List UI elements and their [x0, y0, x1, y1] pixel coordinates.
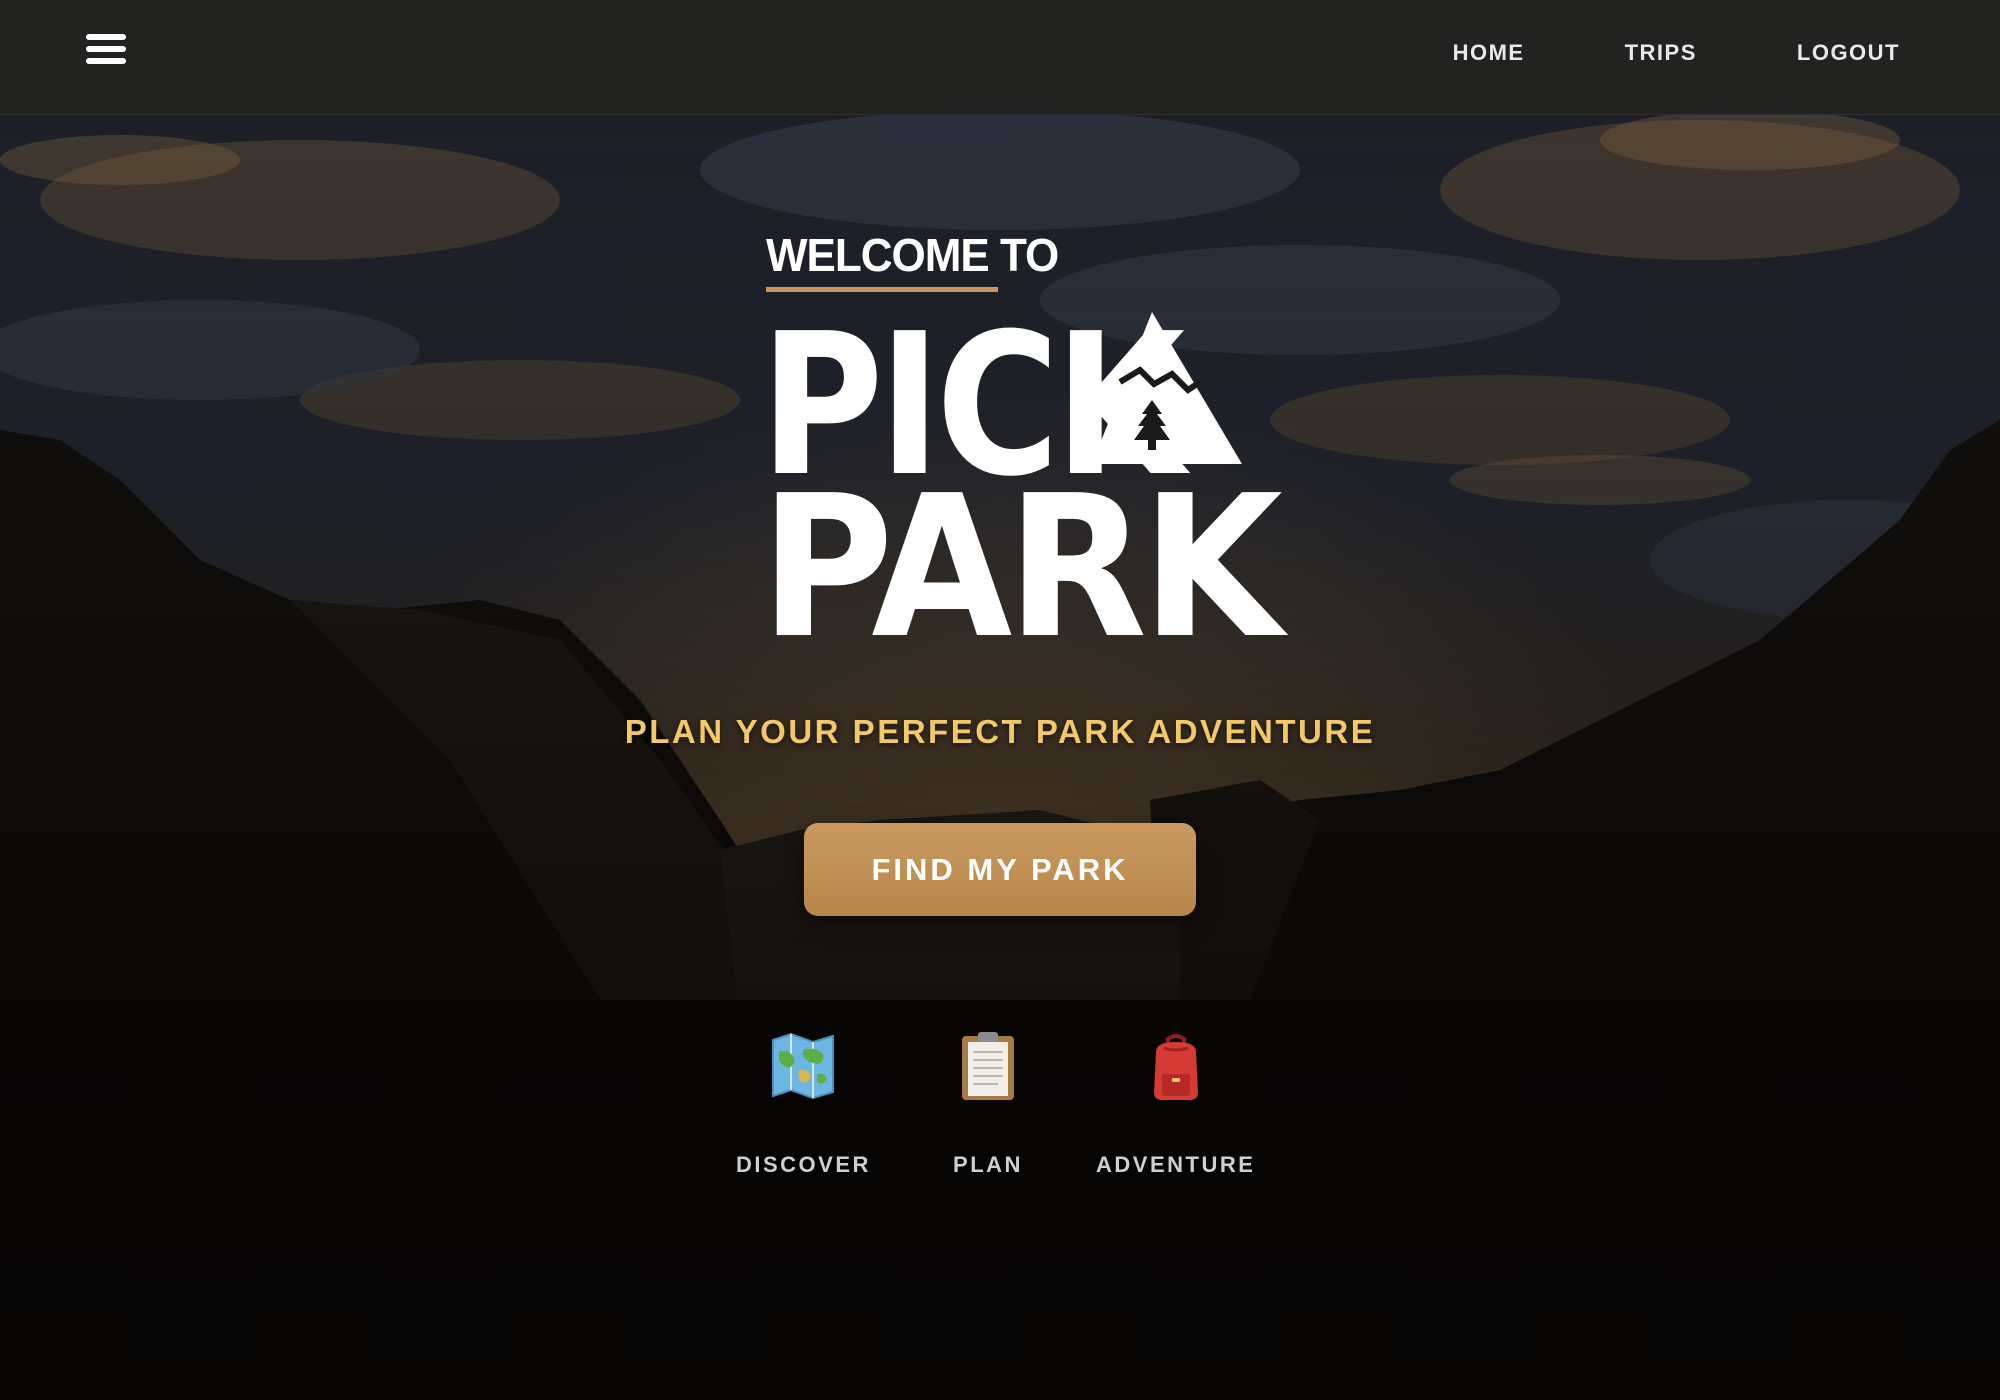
nav-link-home[interactable]: HOME	[1453, 40, 1525, 66]
tagline: PLAN YOUR PERFECT PARK ADVENTURE	[624, 713, 1376, 750]
feature-label-plan: PLAN	[953, 1152, 1023, 1177]
logo-word-park: PARK	[760, 454, 1283, 682]
nav-links: HOME TRIPS LOGOUT	[1353, 40, 1900, 66]
find-my-park-button[interactable]: FIND MY PARK	[804, 823, 1196, 916]
nav-link-logout[interactable]: LOGOUT	[1797, 40, 1900, 66]
mountain-tree-icon	[1092, 312, 1242, 464]
feature-label-discover: DISCOVER	[736, 1152, 871, 1177]
feature-label-adventure: ADVENTURE	[1096, 1152, 1256, 1177]
logo-welcome-text: WELCOME TO	[766, 230, 1059, 282]
menu-bar-middle	[86, 46, 126, 52]
feature-plan: PLAN	[948, 1030, 1028, 1178]
feature-discover: DISCOVER	[736, 1030, 871, 1178]
pick-a-park-logo: WELCOME TO PICK PARK	[760, 230, 1283, 670]
menu-bar-bottom	[86, 58, 126, 64]
landing-page: HOME TRIPS LOGOUT WELCOME TO PICK PARK P…	[0, 0, 2000, 1400]
clipboard-icon	[948, 1030, 1028, 1102]
top-navbar: HOME TRIPS LOGOUT	[0, 0, 2000, 115]
background-scenery	[0, 0, 2000, 1400]
backpack-icon	[1136, 1030, 1216, 1102]
find-my-park-label: FIND MY PARK	[871, 851, 1129, 887]
feature-adventure: ADVENTURE	[1096, 1030, 1255, 1178]
nav-link-trips[interactable]: TRIPS	[1625, 40, 1697, 66]
world-map-icon	[763, 1030, 843, 1102]
hamburger-menu-icon[interactable]	[86, 34, 126, 70]
menu-bar-top	[86, 34, 126, 40]
